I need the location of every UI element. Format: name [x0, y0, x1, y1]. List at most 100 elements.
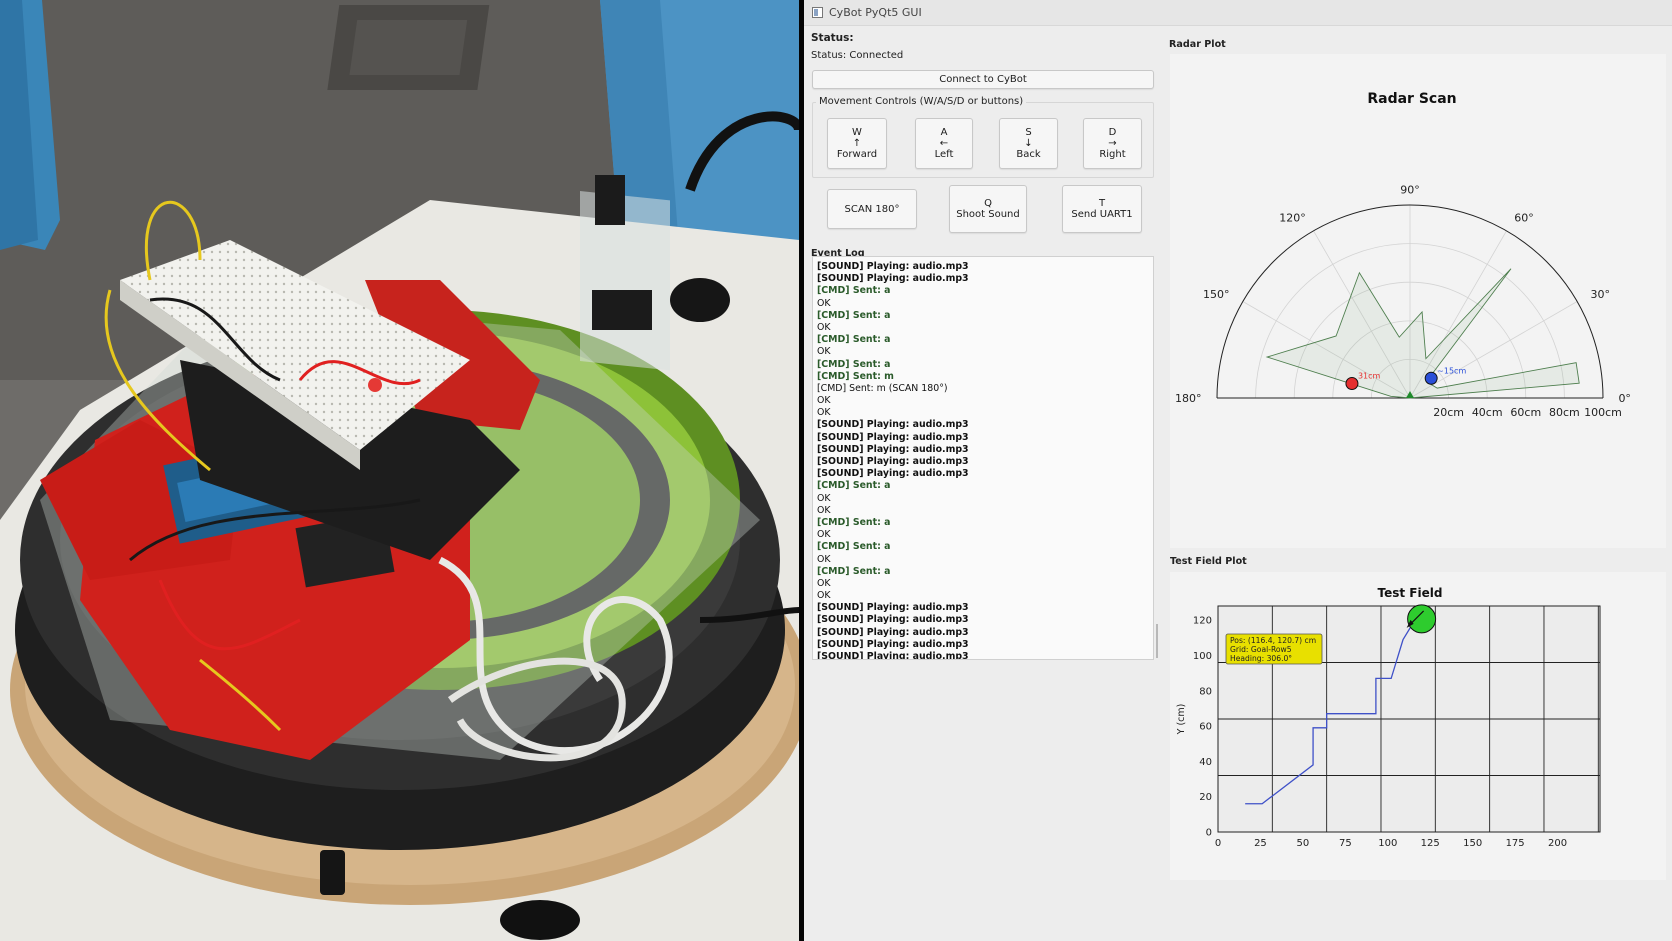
event-log-text: OK	[817, 529, 831, 541]
event-log-tag: [CMD]	[817, 285, 850, 297]
event-log-text: [CMD] Sent: m (SCAN 180°)	[817, 382, 948, 394]
forward-button[interactable]: W ↑ Forward	[827, 118, 887, 169]
event-log-text: OK	[817, 321, 831, 333]
arrow-up-icon: ↑	[852, 138, 862, 149]
test-field-x-tick-label: 150	[1463, 838, 1482, 849]
radar-radial-tick-label: 60cm	[1510, 406, 1541, 419]
event-log-tag: [CMD]	[817, 565, 850, 577]
left-button[interactable]: A ← Left	[915, 118, 973, 169]
event-log-line: [SOUND] Playing: audio.mp3	[817, 468, 1149, 480]
radar-angle-tick-label: 180°	[1175, 392, 1202, 405]
event-log-line: OK	[817, 590, 1149, 602]
arrow-down-icon: ↓	[1024, 138, 1033, 149]
test-field-y-tick-label: 80	[1199, 686, 1212, 697]
test-field-x-tick-label: 175	[1506, 838, 1525, 849]
event-log-line: [SOUND] Playing: audio.mp3	[817, 273, 1149, 285]
event-log-line: [SOUND] Playing: audio.mp3	[817, 432, 1149, 444]
event-log-scrollbar[interactable]	[1156, 624, 1158, 658]
radar-radial-tick-label: 20cm	[1433, 406, 1464, 419]
left-label: Left	[934, 149, 954, 160]
test-field-x-tick-label: 0	[1215, 838, 1221, 849]
connect-button[interactable]: Connect to CyBot	[812, 70, 1154, 89]
send-uart1-key: T	[1098, 198, 1106, 209]
event-log-tag: [CMD]	[817, 358, 850, 370]
test-field-y-tick-label: 20	[1199, 792, 1212, 803]
radar-object-marker	[1424, 371, 1438, 385]
right-label: Right	[1099, 149, 1126, 160]
radar-title: Radar Scan	[1367, 91, 1456, 107]
event-log-line: [CMD] Sent: a	[817, 566, 1149, 578]
radar-angle-tick-label: 60°	[1514, 211, 1534, 224]
status-heading: Status:	[811, 32, 854, 44]
event-log-text: OK	[817, 504, 831, 516]
event-log-text: Sent: a	[849, 285, 891, 297]
scan-180-button[interactable]: SCAN 180°	[827, 189, 917, 229]
position-tooltip-line: Pos: (116.4, 120.7) cm	[1230, 636, 1316, 645]
event-log-line: OK	[817, 298, 1149, 310]
radar-object-marker	[1345, 377, 1359, 391]
test-field-x-tick-label: 75	[1339, 838, 1352, 849]
right-button[interactable]: D → Right	[1083, 118, 1142, 169]
event-log-line: OK	[817, 493, 1149, 505]
event-log-text: Sent: a	[849, 480, 891, 492]
event-log-text: Playing: audio.mp3	[863, 602, 969, 614]
test-field-plot-heading: Test Field Plot	[1170, 556, 1247, 567]
radar-radial-tick-label: 80cm	[1549, 406, 1580, 419]
test-field-y-tick-label: 120	[1193, 616, 1212, 627]
event-log-tag: [SOUND]	[817, 456, 864, 467]
event-log-tag: [SOUND]	[817, 273, 864, 285]
event-log-line: [CMD] Sent: m (SCAN 180°)	[817, 383, 1149, 395]
event-log-line: [CMD] Sent: a	[817, 359, 1149, 371]
radar-angle-tick-label: 150°	[1203, 288, 1230, 301]
event-log-tag: [CMD]	[817, 480, 850, 492]
test-field-x-tick-label: 100	[1378, 838, 1397, 849]
back-key: S	[1025, 127, 1032, 138]
back-label: Back	[1016, 149, 1041, 160]
status-text: Status: Connected	[811, 50, 904, 61]
event-log-tag: [SOUND]	[817, 626, 864, 638]
event-log-text: OK	[817, 407, 831, 419]
event-log-text: OK	[817, 492, 831, 504]
send-uart1-button[interactable]: T Send UART1	[1062, 185, 1142, 233]
event-log[interactable]: [SOUND] Playing: audio.mp3 [SOUND] Playin…	[812, 256, 1154, 660]
event-log-line: [SOUND] Playing: audio.mp3	[817, 419, 1149, 431]
radar-angle-tick-label: 120°	[1279, 211, 1306, 224]
event-log-line: [SOUND] Playing: audio.mp3	[817, 627, 1149, 639]
event-log-line: [CMD] Sent: a	[817, 517, 1149, 529]
event-log-text: Playing: audio.mp3	[863, 651, 969, 660]
event-log-text: Sent: a	[849, 516, 891, 528]
arrow-left-icon: ←	[939, 138, 949, 149]
event-log-text: OK	[817, 577, 831, 589]
test-field-x-tick-label: 50	[1297, 838, 1310, 849]
cybot-gui-window: CyBot PyQt5 GUI Status: Status: Connecte…	[804, 0, 1672, 941]
event-log-tag: [SOUND]	[817, 443, 864, 455]
event-log-text: Playing: audio.mp3	[863, 456, 969, 467]
back-button[interactable]: S ↓ Back	[999, 118, 1058, 169]
robot-photo-illustration	[0, 0, 799, 941]
window-titlebar[interactable]: CyBot PyQt5 GUI	[804, 0, 1672, 26]
event-log-text: Playing: audio.mp3	[863, 261, 969, 272]
left-key: A	[940, 127, 948, 138]
event-log-line: OK	[817, 554, 1149, 566]
event-log-line: [CMD] Sent: a	[817, 285, 1149, 297]
shoot-sound-key: Q	[984, 198, 992, 209]
event-log-tag: [SOUND]	[817, 419, 864, 431]
shoot-sound-button[interactable]: Q Shoot Sound	[949, 185, 1027, 233]
radar-radial-tick-label: 100cm	[1584, 406, 1622, 419]
test-field-x-tick-label: 25	[1254, 838, 1267, 849]
test-field-chart: Test Field 0 25 50 75 100 125 150 175 200 0 20 40 60 8…	[1176, 586, 1601, 849]
event-log-tag: [SOUND]	[817, 261, 864, 272]
event-log-tag: [SOUND]	[817, 602, 864, 614]
test-field-y-tick-label: 60	[1199, 722, 1212, 733]
radar-plot-canvas: Radar Scan 0° 30° 60° 90° 120° 150° 180° 20cm 40c…	[1170, 54, 1666, 548]
event-log-text: Playing: audio.mp3	[863, 614, 969, 626]
event-log-line: [SOUND] Playing: audio.mp3	[817, 444, 1149, 456]
test-field-x-tick-label: 200	[1548, 838, 1567, 849]
radar-chart: Radar Scan 0° 30° 60° 90° 120° 150° 180° 20cm 40c…	[1175, 91, 1631, 419]
event-log-text: Sent: a	[849, 565, 891, 577]
event-log-text: Sent: a	[849, 334, 891, 346]
window-title: CyBot PyQt5 GUI	[829, 6, 922, 19]
test-field-goal-marker	[1407, 604, 1437, 634]
event-log-line: OK	[817, 578, 1149, 590]
radar-angle-tick-label: 90°	[1400, 184, 1420, 197]
